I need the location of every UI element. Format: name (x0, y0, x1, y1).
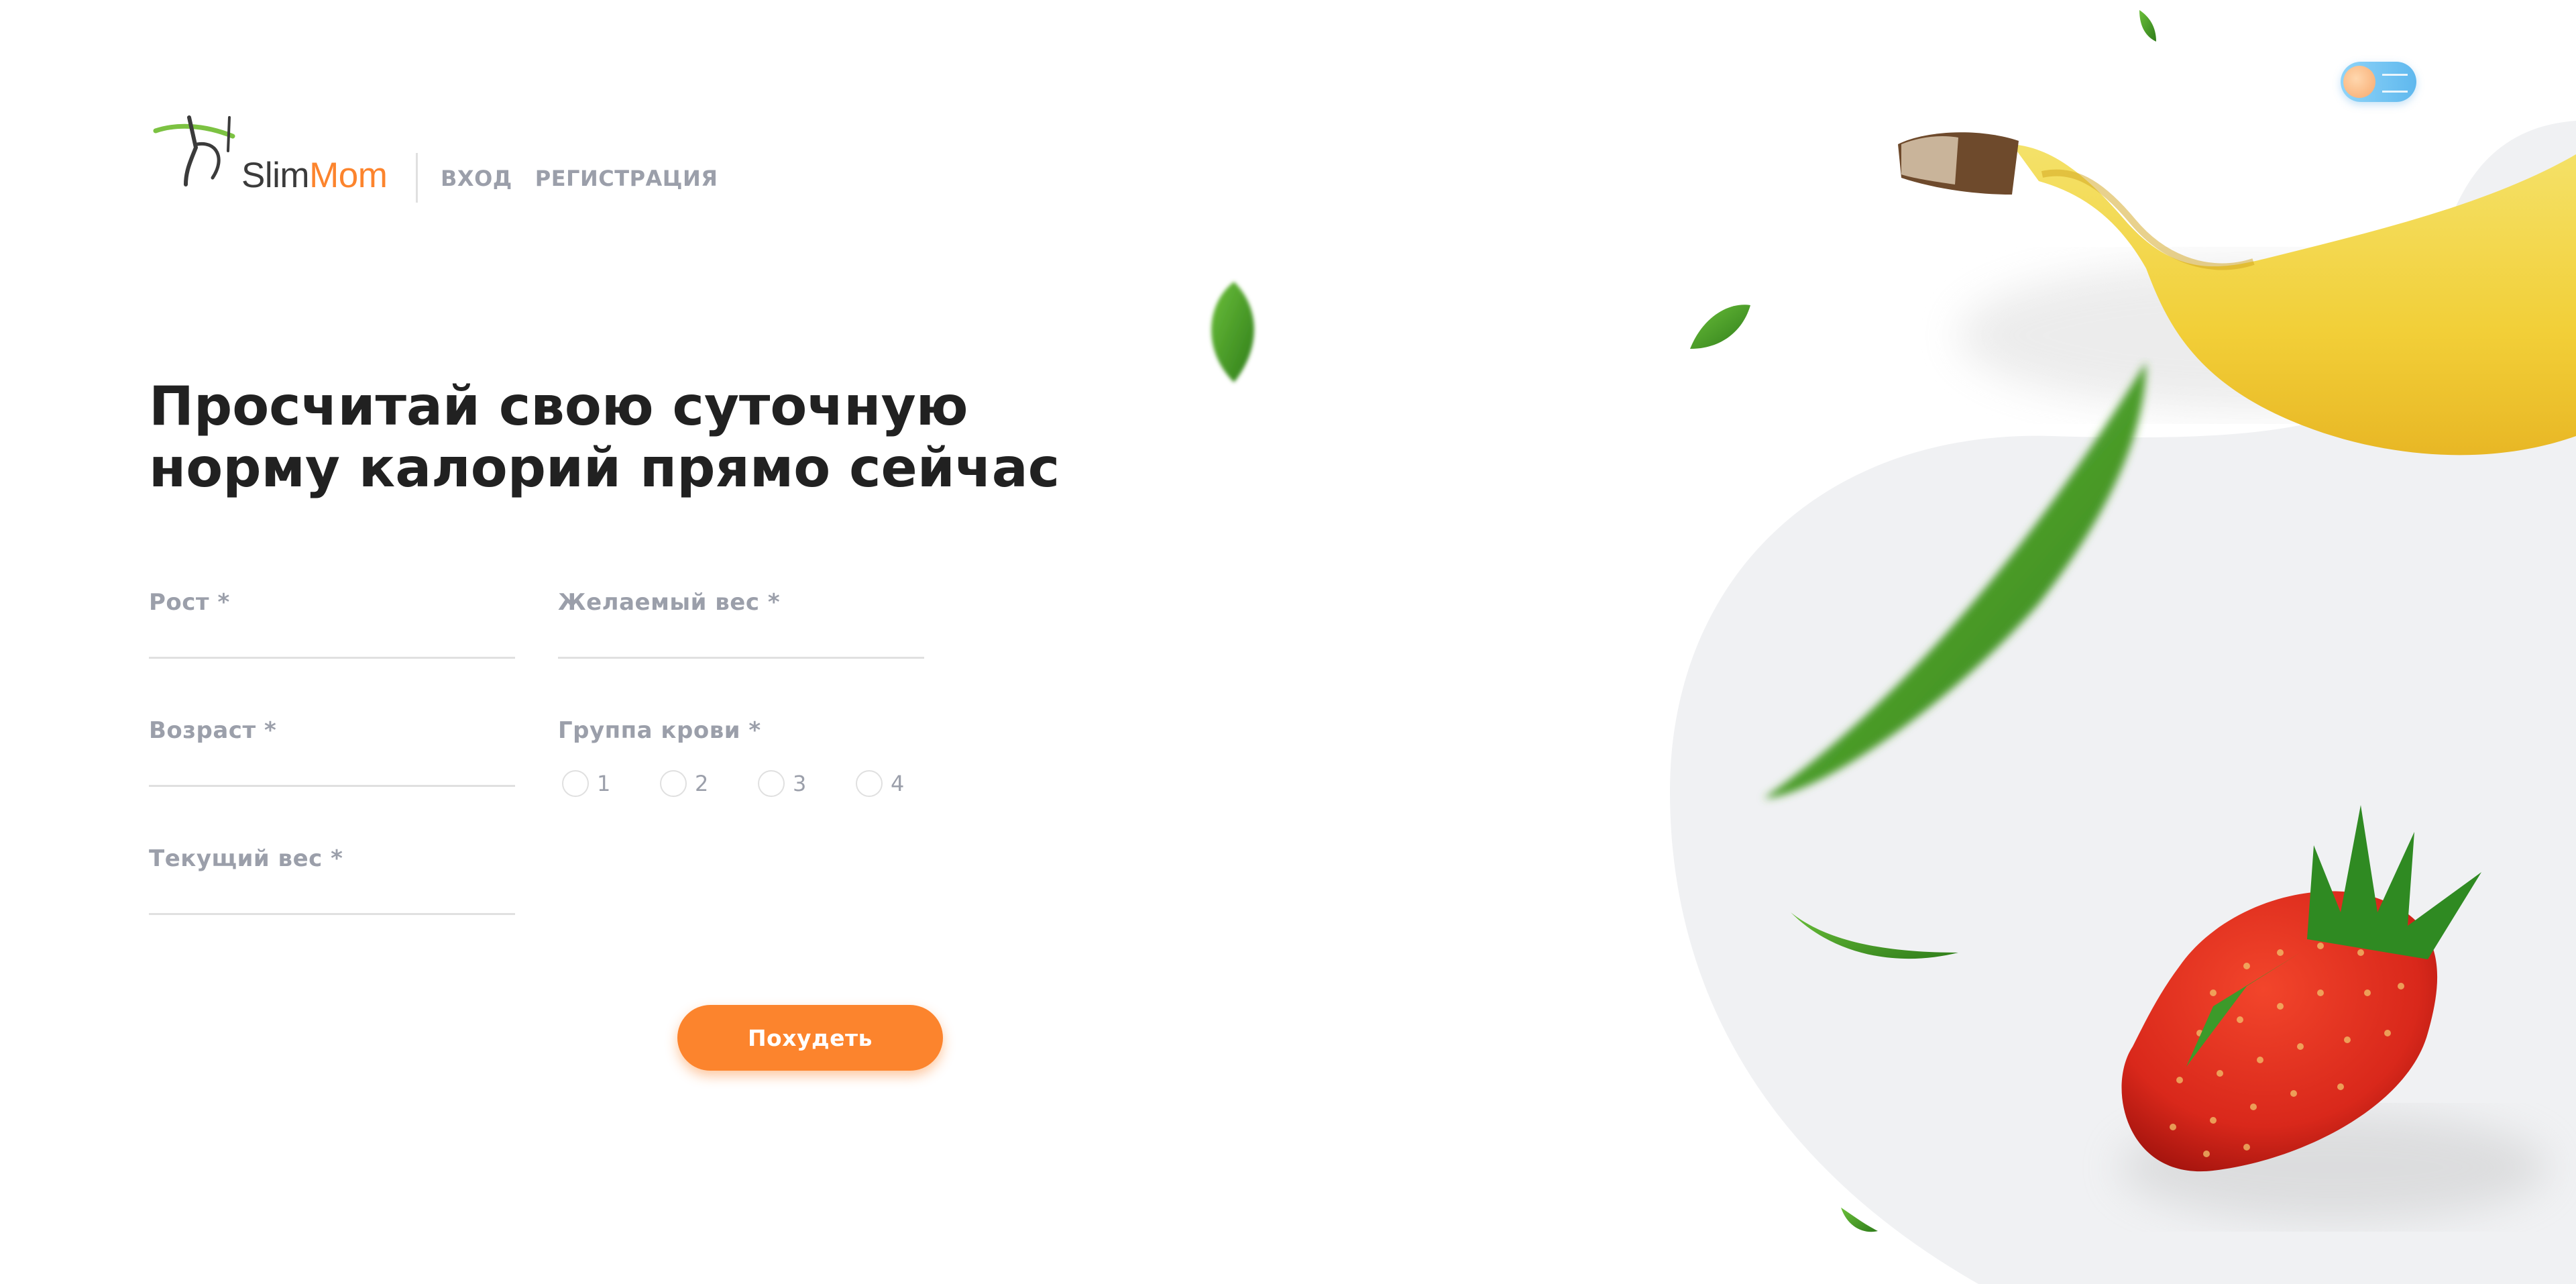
desired-weight-field: Желаемый вес * (558, 589, 924, 659)
login-link[interactable]: ВХОД (441, 166, 512, 191)
current-weight-input[interactable] (149, 871, 515, 915)
blood-group-radio-4[interactable]: 4 (856, 770, 923, 797)
blood-group-radio-1[interactable]: 1 (562, 770, 629, 797)
radio-circle-icon[interactable] (856, 770, 883, 797)
page-title: Просчитай свою суточную норму калорий пр… (149, 375, 1060, 499)
radio-label: 3 (793, 771, 807, 796)
radio-label: 4 (891, 771, 905, 796)
blood-group-radios: 1 2 3 4 (562, 770, 923, 797)
logo-text-slim: Slim (241, 156, 310, 195)
current-weight-field: Текущий вес * (149, 845, 515, 915)
lose-weight-button[interactable]: Похудеть (677, 1005, 943, 1071)
logo-wordmark: SlimMom (241, 155, 388, 196)
blood-group-radio-2[interactable]: 2 (660, 770, 727, 797)
radio-label: 1 (597, 771, 611, 796)
sun-toggle-icon (2343, 66, 2375, 98)
blood-group-radio-3[interactable]: 3 (758, 770, 825, 797)
auth-nav: ВХОД РЕГИСТРАЦИЯ (441, 166, 718, 191)
current-weight-label: Текущий вес * (149, 845, 343, 872)
age-field: Возраст * (149, 717, 515, 787)
age-input[interactable] (149, 743, 515, 787)
radio-circle-icon[interactable] (562, 770, 589, 797)
toggle-lines-icon (2382, 74, 2408, 93)
desired-weight-input[interactable] (558, 615, 924, 659)
register-link[interactable]: РЕГИСТРАЦИЯ (535, 166, 718, 191)
blood-group-field: Группа крови * (558, 717, 921, 757)
slimmom-figure-logo-icon (153, 115, 235, 186)
height-label: Рост * (149, 589, 230, 616)
height-input[interactable] (149, 615, 515, 659)
header-divider (416, 153, 418, 203)
theme-toggle[interactable] (2341, 62, 2416, 102)
radio-label: 2 (695, 771, 709, 796)
radio-circle-icon[interactable] (758, 770, 785, 797)
radio-circle-icon[interactable] (660, 770, 687, 797)
logo-text-mom: Mom (309, 156, 388, 195)
slimmom-logo[interactable]: SlimMom (149, 104, 394, 205)
blood-group-label: Группа крови * (558, 717, 761, 744)
height-field: Рост * (149, 589, 515, 659)
desired-weight-label: Желаемый вес * (558, 589, 781, 616)
age-label: Возраст * (149, 717, 277, 744)
